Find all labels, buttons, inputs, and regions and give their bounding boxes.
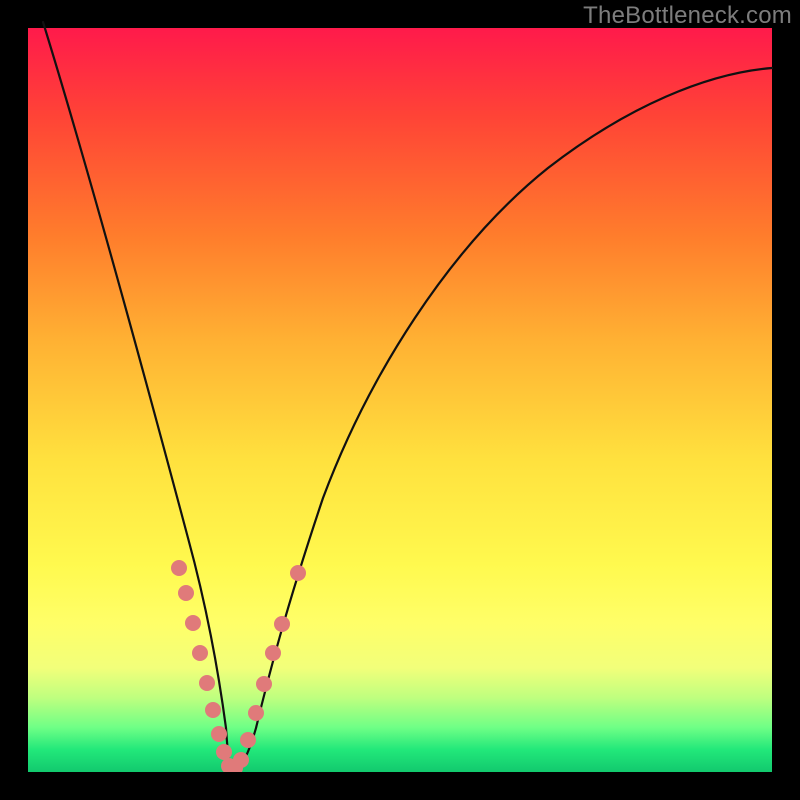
marker-dot: [171, 560, 187, 576]
marker-group: [171, 560, 306, 776]
marker-dot: [265, 645, 281, 661]
plot-area: [28, 28, 772, 772]
chart-frame: TheBottleneck.com: [0, 0, 800, 800]
marker-dot: [290, 565, 306, 581]
bottleneck-curve: [43, 22, 772, 770]
marker-dot: [192, 645, 208, 661]
marker-dot: [211, 726, 227, 742]
marker-dot: [185, 615, 201, 631]
marker-dot: [256, 676, 272, 692]
marker-dot: [205, 702, 221, 718]
watermark-text: TheBottleneck.com: [583, 2, 792, 30]
marker-dot: [233, 752, 249, 768]
marker-dot: [274, 616, 290, 632]
marker-dot: [216, 744, 232, 760]
marker-dot: [199, 675, 215, 691]
marker-dot: [178, 585, 194, 601]
marker-dot: [240, 732, 256, 748]
bottom-frame-bar: [28, 772, 772, 800]
marker-dot: [248, 705, 264, 721]
bottleneck-curve-svg: [28, 28, 772, 772]
